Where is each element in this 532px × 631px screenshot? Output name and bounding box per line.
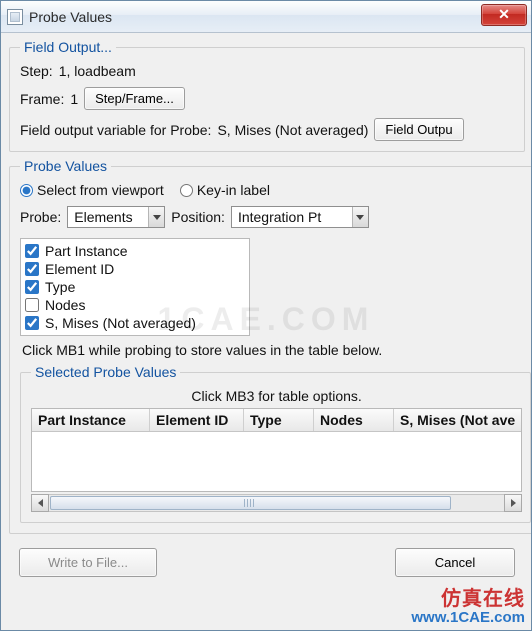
field-output-group: Field Output... Step: 1, loadbeam Frame:… <box>9 39 525 152</box>
col-check-smises-input[interactable] <box>25 316 39 330</box>
col-check-nodes-input[interactable] <box>25 298 39 312</box>
probe-label: Probe: <box>20 209 61 225</box>
col-check-label: S, Mises (Not averaged) <box>45 315 196 331</box>
probe-hint: Click MB1 while probing to store values … <box>22 342 531 358</box>
col-check-part-instance-input[interactable] <box>25 244 39 258</box>
write-to-file-button[interactable]: Write to File... <box>19 548 157 577</box>
horizontal-scrollbar[interactable] <box>31 494 522 512</box>
col-check-nodes[interactable]: Nodes <box>25 296 245 314</box>
chevron-down-icon <box>352 207 368 227</box>
scroll-track[interactable] <box>49 494 504 512</box>
col-header-smises[interactable]: S, Mises (Not ave <box>394 409 521 431</box>
col-check-part-instance[interactable]: Part Instance <box>25 242 245 260</box>
close-button[interactable]: ✕ <box>481 4 527 26</box>
col-check-label: Nodes <box>45 297 85 313</box>
scroll-right-button[interactable] <box>504 494 522 512</box>
col-check-type-input[interactable] <box>25 280 39 294</box>
radio-select-viewport-input[interactable] <box>20 184 33 197</box>
triangle-right-icon <box>511 499 516 507</box>
cancel-button[interactable]: Cancel <box>395 548 515 577</box>
radio-select-viewport-label: Select from viewport <box>37 182 164 198</box>
selected-probe-legend: Selected Probe Values <box>31 364 180 380</box>
scroll-left-button[interactable] <box>31 494 49 512</box>
radio-keyin-label-wrap[interactable]: Key-in label <box>180 182 270 198</box>
frame-value: 1 <box>70 91 78 107</box>
position-select-value: Integration Pt <box>232 207 352 227</box>
field-output-button[interactable]: Field Outpu <box>374 118 463 141</box>
col-header-part-instance[interactable]: Part Instance <box>32 409 150 431</box>
col-check-element-id[interactable]: Element ID <box>25 260 245 278</box>
col-header-nodes[interactable]: Nodes <box>314 409 394 431</box>
frame-label: Frame: <box>20 91 64 107</box>
variable-label: Field output variable for Probe: <box>20 122 211 138</box>
probe-select-value: Elements <box>68 207 148 227</box>
col-check-label: Type <box>45 279 75 295</box>
selected-probe-group: Selected Probe Values Click MB3 for tabl… <box>20 364 531 523</box>
probe-values-legend: Probe Values <box>20 158 111 174</box>
columns-checklist: Part Instance Element ID Type Nodes S, M… <box>20 238 250 336</box>
probe-select[interactable]: Elements <box>67 206 165 228</box>
table-hint: Click MB3 for table options. <box>31 388 522 404</box>
probe-values-group: Probe Values Select from viewport Key-in… <box>9 158 531 534</box>
col-header-element-id[interactable]: Element ID <box>150 409 244 431</box>
titlebar: Probe Values ✕ <box>1 1 531 33</box>
radio-keyin-input[interactable] <box>180 184 193 197</box>
col-header-type[interactable]: Type <box>244 409 314 431</box>
close-icon: ✕ <box>498 6 510 23</box>
position-select[interactable]: Integration Pt <box>231 206 369 228</box>
variable-value: S, Mises (Not averaged) <box>217 122 368 138</box>
radio-select-viewport[interactable]: Select from viewport <box>20 182 164 198</box>
results-table[interactable]: Part Instance Element ID Type Nodes S, M… <box>31 408 522 492</box>
field-output-legend: Field Output... <box>20 39 116 55</box>
step-label: Step: <box>20 63 53 79</box>
step-value: 1, loadbeam <box>59 63 136 79</box>
results-table-header: Part Instance Element ID Type Nodes S, M… <box>32 409 521 432</box>
window-title: Probe Values <box>29 9 481 25</box>
position-label: Position: <box>171 209 225 225</box>
chevron-down-icon <box>148 207 164 227</box>
scroll-thumb[interactable] <box>50 496 451 510</box>
col-check-element-id-input[interactable] <box>25 262 39 276</box>
dialog-footer: Write to File... Cancel <box>9 540 525 577</box>
step-frame-button[interactable]: Step/Frame... <box>84 87 185 110</box>
col-check-type[interactable]: Type <box>25 278 245 296</box>
triangle-left-icon <box>38 499 43 507</box>
col-check-smises[interactable]: S, Mises (Not averaged) <box>25 314 245 332</box>
app-icon <box>7 9 23 25</box>
col-check-label: Element ID <box>45 261 114 277</box>
radio-keyin-label: Key-in label <box>197 182 270 198</box>
col-check-label: Part Instance <box>45 243 128 259</box>
